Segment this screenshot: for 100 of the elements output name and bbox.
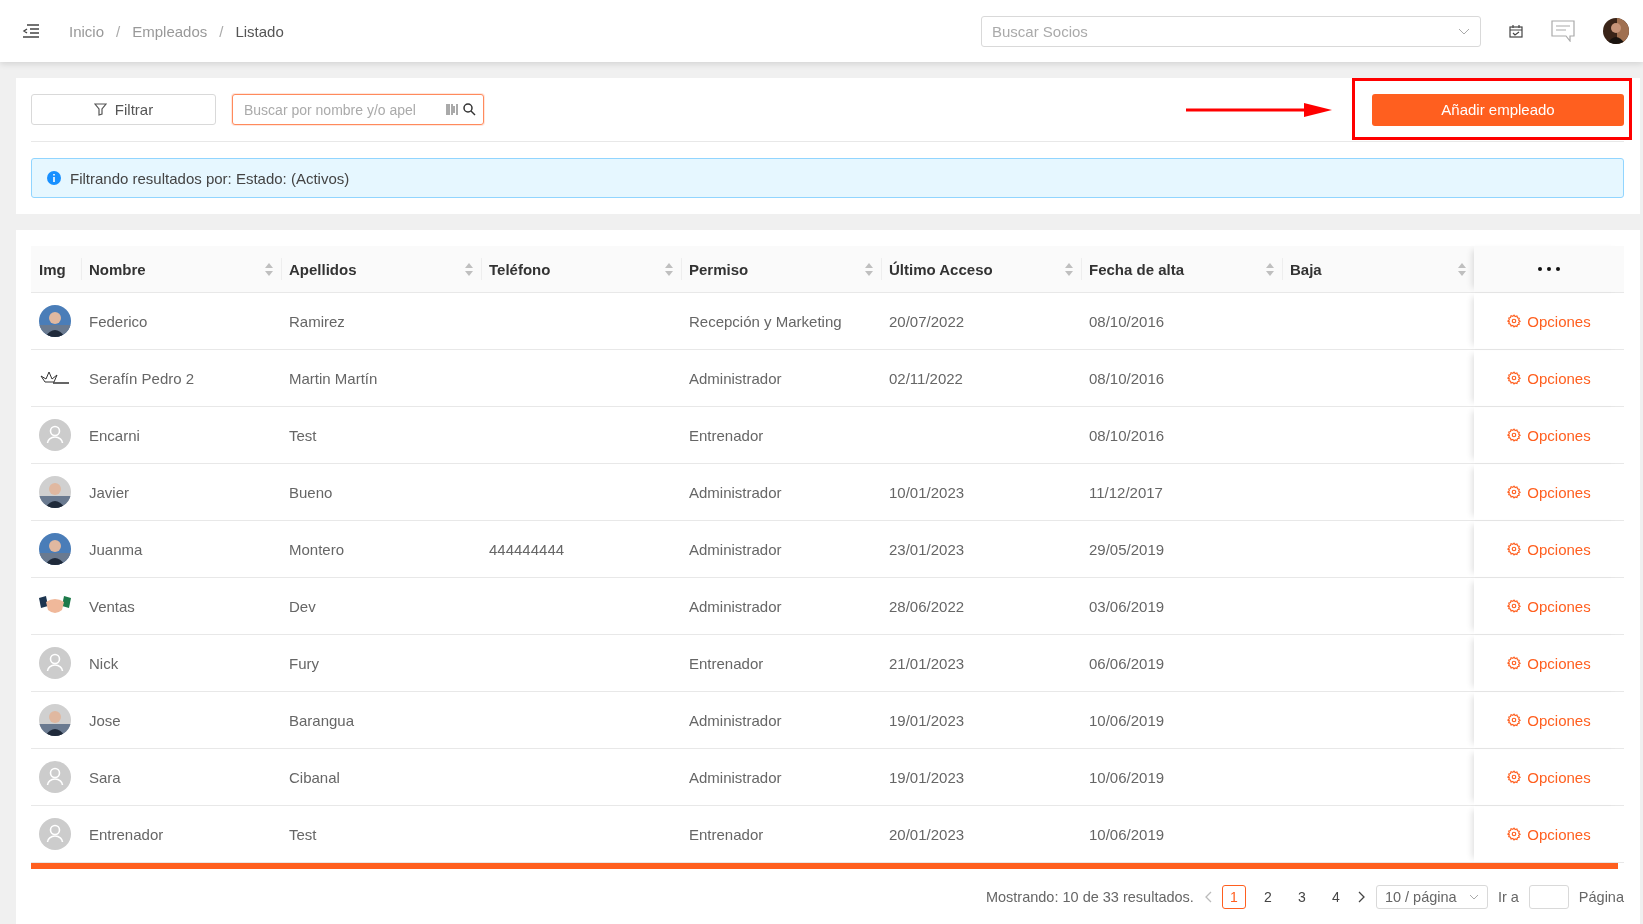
user-avatar-icon [39,419,71,451]
first-name-cell: Nick [89,654,119,672]
start-date-cell: 03/06/2019 [1089,597,1165,615]
options-link[interactable]: Opciones [1507,597,1591,615]
filter-button[interactable]: Filtrar [31,94,216,125]
first-name-cell: Ventas [89,597,135,615]
options-link[interactable]: Opciones [1507,483,1591,501]
horizontal-scrollbar[interactable] [31,863,1618,869]
results-summary: Mostrando: 10 de 33 resultados. [985,889,1194,905]
surname-cell: Fury [289,654,319,672]
breadcrumb-separator: / [219,22,224,40]
surname-cell: Martin Martín [289,369,378,387]
user-avatar-icon [39,761,71,793]
start-date-cell: 08/10/2016 [1089,312,1165,330]
info-icon [47,171,61,185]
next-page-icon[interactable] [1357,891,1366,903]
last-access-cell: 20/01/2023 [889,825,965,843]
breadcrumb-link[interactable]: Inicio [69,22,105,40]
options-link[interactable]: Opciones [1507,540,1591,558]
page-button[interactable]: 1 [1221,885,1246,909]
settings-icon [1507,428,1522,442]
permission-cell: Entrenador [689,825,764,843]
surname-cell: Cibanal [289,768,340,786]
sort-icon[interactable] [865,262,873,276]
name-search-field[interactable]: Buscar por nombre y/o apel [232,94,484,125]
page-size-select[interactable]: 10 / página [1375,885,1488,909]
settings-icon [1507,827,1522,841]
page-number-field[interactable] [1528,885,1569,909]
settings-icon [1507,599,1522,613]
permission-cell: Administrador [689,483,782,501]
column-header: Permiso [689,260,749,278]
surname-cell: Ramirez [289,312,345,330]
last-access-cell: 21/01/2023 [889,654,965,672]
options-link[interactable]: Opciones [1507,312,1591,330]
first-name-cell: Javier [89,483,129,501]
surname-cell: Dev [289,597,316,615]
surname-cell: Montero [289,540,345,558]
chat-icon[interactable] [1551,20,1575,42]
first-name-cell: Serafín Pedro 2 [89,369,195,387]
sort-icon[interactable] [265,262,273,276]
surname-cell: Bueno [289,483,333,501]
options-link[interactable]: Opciones [1507,711,1591,729]
sort-icon[interactable] [1065,262,1073,276]
settings-icon [1507,770,1522,784]
options-link[interactable]: Opciones [1507,768,1591,786]
last-access-cell: 10/01/2023 [889,483,965,501]
surname-cell: Barangua [289,711,355,729]
permission-cell: Administrador [689,711,782,729]
sort-icon[interactable] [465,262,473,276]
add-employee-button[interactable]: Añadir empleado [1372,93,1624,126]
start-date-cell: 29/05/2019 [1089,540,1165,558]
settings-icon [1507,713,1522,727]
search-icon[interactable] [463,103,476,116]
settings-icon [1507,542,1522,556]
filter-message: Filtrando resultados por: Estado: (Activos) [70,169,350,187]
filter-icon [93,103,107,116]
calendar-icon[interactable] [1509,24,1523,38]
options-link[interactable]: Opciones [1507,654,1591,672]
first-name-cell: Jose [89,711,121,729]
crown-logo-icon [39,370,71,386]
permission-cell: Administrador [689,369,782,387]
last-access-cell: 28/06/2022 [889,597,965,615]
options-link[interactable]: Opciones [1507,426,1591,444]
breadcrumb-link[interactable]: Empleados [132,22,208,40]
page-label: Página [1578,889,1624,905]
start-date-cell: 11/12/2017 [1089,483,1163,501]
first-name-cell: Juanma [89,540,143,558]
column-header: Fecha de alta [1089,260,1185,278]
last-access-cell: 19/01/2023 [889,768,965,786]
column-header: Último Acceso [889,260,993,278]
start-date-cell: 10/06/2019 [1089,711,1165,729]
member-search-select[interactable]: Buscar Socios [981,15,1481,47]
column-header: Teléfono [489,260,551,278]
barcode-icon [446,103,459,116]
breadcrumb-separator: / [116,22,121,40]
options-link[interactable]: Opciones [1507,369,1591,387]
chevron-down-icon [1468,894,1479,900]
options-link[interactable]: Opciones [1507,825,1591,843]
more-icon[interactable] [1538,267,1560,271]
last-access-cell: 02/11/2022 [889,369,963,387]
column-header: Apellidos [289,260,357,278]
sort-icon[interactable] [1458,262,1466,276]
first-name-cell: Sara [89,768,121,786]
column-header: Baja [1290,260,1322,278]
column-header: Nombre [89,260,146,278]
first-name-cell: Encarni [89,426,140,444]
sort-icon[interactable] [1266,262,1274,276]
permission-cell: Administrador [689,597,782,615]
permission-cell: Entrenador [689,426,764,444]
start-date-cell: 08/10/2016 [1089,426,1165,444]
menu-icon[interactable] [22,24,39,38]
permission-cell: Recepción y Marketing [689,312,842,330]
start-date-cell: 06/06/2019 [1089,654,1165,672]
last-access-cell: 23/01/2023 [889,540,965,558]
sort-icon[interactable] [665,262,673,276]
settings-icon [1507,371,1522,385]
previous-page-icon[interactable] [1203,891,1212,903]
phone-cell: 444444444 [489,540,565,558]
permission-cell: Entrenador [689,654,764,672]
settings-icon [1507,314,1522,328]
